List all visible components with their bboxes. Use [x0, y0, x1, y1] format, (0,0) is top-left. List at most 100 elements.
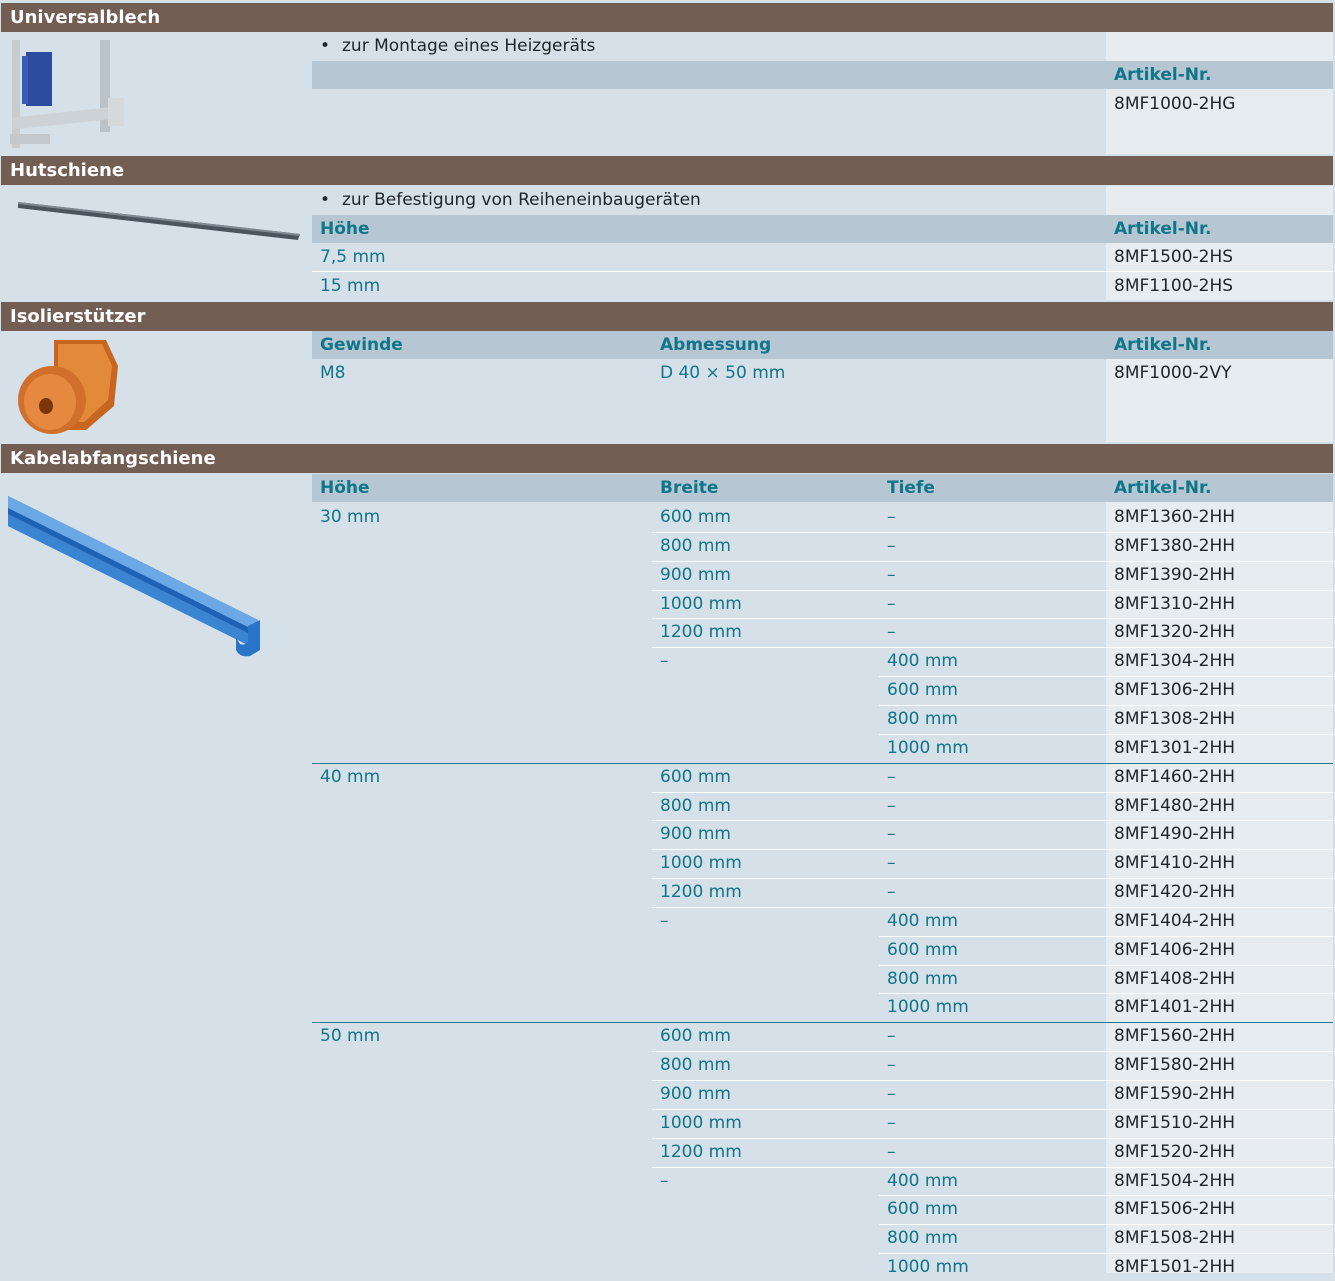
- tiefe-value: –: [887, 1113, 896, 1133]
- artikel-nr: 8MF1506-2HH: [1114, 1199, 1236, 1219]
- hoehe-value: 15 mm: [320, 276, 381, 296]
- tiefe-value: –: [887, 767, 896, 787]
- artikel-nr: 8MF1480-2HH: [1114, 796, 1236, 816]
- header-artikel-nr: Artikel-Nr.: [1114, 65, 1212, 85]
- artikel-nr: 8MF1000-2HG: [1114, 94, 1236, 114]
- tiefe-value: 1000 mm: [887, 738, 969, 758]
- breite-value: –: [660, 1171, 669, 1191]
- breite-value: 1000 mm: [660, 594, 742, 614]
- tiefe-value: –: [887, 507, 896, 527]
- row-divider: [879, 792, 1333, 793]
- hutschiene-image: [18, 202, 300, 240]
- breite-value: 1000 mm: [660, 1113, 742, 1133]
- tiefe-value: –: [887, 565, 896, 585]
- tiefe-value: –: [887, 594, 896, 614]
- breite-value: 1000 mm: [660, 853, 742, 873]
- artikel-nr: 8MF1301-2HH: [1114, 738, 1236, 758]
- tiefe-value: –: [887, 1055, 896, 1075]
- header-hoehe: Höhe: [320, 219, 370, 239]
- row-divider: [879, 1109, 1333, 1110]
- artikel-nr: 8MF1508-2HH: [1114, 1228, 1236, 1248]
- header-artikel-nr: Artikel-Nr.: [1114, 335, 1212, 355]
- breite-value: 900 mm: [660, 565, 731, 585]
- row-divider: [652, 907, 879, 908]
- kabelabfangschiene-image: [8, 496, 260, 657]
- row-divider: [879, 1051, 1333, 1052]
- row-divider: [879, 1138, 1333, 1139]
- tiefe-value: –: [887, 882, 896, 902]
- tiefe-value: 1000 mm: [887, 997, 969, 1017]
- artikel-nr: 8MF1000-2VY: [1114, 363, 1232, 383]
- tiefe-value: 400 mm: [887, 651, 958, 671]
- breite-value: –: [660, 651, 669, 671]
- artikel-nr: 8MF1100-2HS: [1114, 276, 1234, 296]
- header-hoehe: Höhe: [320, 478, 370, 498]
- breite-value: 1200 mm: [660, 1142, 742, 1162]
- tiefe-value: 400 mm: [887, 1171, 958, 1191]
- artikel-nr: 8MF1510-2HH: [1114, 1113, 1236, 1133]
- artikel-nr: 8MF1360-2HH: [1114, 507, 1236, 527]
- tiefe-value: 800 mm: [887, 709, 958, 729]
- breite-value: 1200 mm: [660, 622, 742, 642]
- gewinde-value: M8: [320, 363, 346, 383]
- row-divider: [879, 618, 1333, 619]
- row-divider: [879, 878, 1333, 879]
- artikel-nr: 8MF1580-2HH: [1114, 1055, 1236, 1075]
- tiefe-value: –: [887, 1026, 896, 1046]
- artikel-nr: 8MF1401-2HH: [1114, 997, 1236, 1017]
- breite-value: 600 mm: [660, 1026, 731, 1046]
- universalblech-note: zur Montage eines Heizgeräts: [312, 32, 595, 60]
- breite-value: 900 mm: [660, 824, 731, 844]
- section-header-universalblech: Universalblech: [1, 3, 1333, 32]
- artikel-nr: 8MF1408-2HH: [1114, 969, 1236, 989]
- tiefe-value: –: [887, 796, 896, 816]
- artikel-nr: 8MF1320-2HH: [1114, 622, 1236, 642]
- universalblech-image: [10, 40, 124, 148]
- row-divider: [879, 820, 1333, 821]
- artikel-nr: 8MF1420-2HH: [1114, 882, 1236, 902]
- breite-value: 800 mm: [660, 536, 731, 556]
- artikel-nr: 8MF1460-2HH: [1114, 767, 1236, 787]
- header-artikel-nr: Artikel-Nr.: [1114, 478, 1212, 498]
- breite-value: 800 mm: [660, 796, 731, 816]
- row-divider: [879, 1080, 1333, 1081]
- tiefe-value: –: [887, 622, 896, 642]
- tiefe-value: –: [887, 853, 896, 873]
- artikel-nr: 8MF1501-2HH: [1114, 1257, 1236, 1277]
- breite-value: 600 mm: [660, 767, 731, 787]
- artikel-nr: 8MF1306-2HH: [1114, 680, 1236, 700]
- artikel-nr: 8MF1410-2HH: [1114, 853, 1236, 873]
- row-divider: [652, 1167, 879, 1168]
- artikel-nr: 8MF1304-2HH: [1114, 651, 1236, 671]
- row-divider: [879, 590, 1333, 591]
- breite-value: 1200 mm: [660, 882, 742, 902]
- artikel-nr: 8MF1406-2HH: [1114, 940, 1236, 960]
- tiefe-value: 600 mm: [887, 680, 958, 700]
- header-artikel-nr: Artikel-Nr.: [1114, 219, 1212, 239]
- row-divider: [652, 647, 879, 648]
- hutschiene-note: zur Befestigung von Reiheneinbaugeräten: [312, 186, 701, 214]
- header-gewinde: Gewinde: [320, 335, 403, 355]
- breite-value: 800 mm: [660, 1055, 731, 1075]
- artikel-nr: 8MF1500-2HS: [1114, 247, 1234, 267]
- tiefe-value: 600 mm: [887, 940, 958, 960]
- tiefe-value: –: [887, 1084, 896, 1104]
- artikel-nr: 8MF1308-2HH: [1114, 709, 1236, 729]
- abmessung-value: D 40 × 50 mm: [660, 363, 786, 383]
- hoehe-value: 7,5 mm: [320, 247, 386, 267]
- artikel-nr: 8MF1520-2HH: [1114, 1142, 1236, 1162]
- artikel-nr: 8MF1390-2HH: [1114, 565, 1236, 585]
- hoehe-value: 40 mm: [320, 767, 381, 787]
- header-breite: Breite: [660, 478, 719, 498]
- row-divider: [879, 849, 1333, 850]
- hoehe-value: 50 mm: [320, 1026, 381, 1046]
- header-abmessung: Abmessung: [660, 335, 772, 355]
- artikel-nr: 8MF1404-2HH: [1114, 911, 1236, 931]
- artikel-nr: 8MF1560-2HH: [1114, 1026, 1236, 1046]
- section-header-hutschiene: Hutschiene: [1, 156, 1333, 185]
- row-divider: [879, 532, 1333, 533]
- artikel-nr: 8MF1504-2HH: [1114, 1171, 1236, 1191]
- tiefe-value: –: [887, 824, 896, 844]
- breite-value: 900 mm: [660, 1084, 731, 1104]
- section-header-isolierstuetzer: Isolierstützer: [1, 302, 1333, 331]
